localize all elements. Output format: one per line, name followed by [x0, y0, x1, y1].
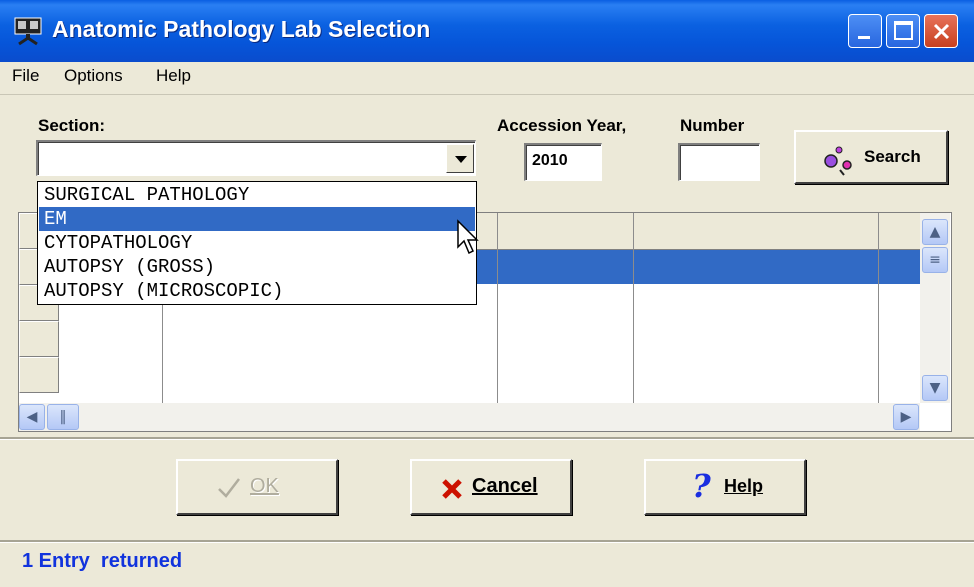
number-field[interactable] [678, 143, 760, 181]
camera-app-icon [14, 17, 42, 46]
row-header[interactable] [19, 321, 59, 357]
minimize-icon [858, 36, 870, 39]
dropdown-option[interactable]: AUTOPSY (GROSS) [39, 255, 475, 279]
dropdown-arrow-icon[interactable] [446, 144, 474, 173]
section-value [38, 142, 475, 156]
column-divider [633, 213, 634, 403]
menu-file[interactable]: File [12, 66, 39, 86]
search-label: Search [864, 147, 921, 166]
close-button[interactable] [924, 14, 958, 48]
section-label: Section: [38, 116, 106, 135]
x-icon [442, 479, 462, 499]
number-value [680, 145, 759, 159]
ok-button[interactable]: OK [176, 459, 338, 515]
window-title: Anatomic Pathology Lab Selection [52, 16, 431, 42]
minimize-button[interactable] [848, 14, 882, 48]
question-icon: ? [692, 467, 711, 505]
scroll-down-icon[interactable]: ▼ [922, 375, 948, 401]
ok-label: OK [250, 475, 279, 497]
accession-year-value: 2010 [532, 152, 568, 169]
cancel-button[interactable]: Cancel [410, 459, 572, 515]
maximize-icon [894, 21, 913, 40]
dropdown-option-selected[interactable]: EM [39, 207, 475, 231]
menu-help[interactable]: Help [156, 66, 191, 86]
menu-bar [0, 62, 974, 95]
dropdown-option[interactable]: AUTOPSY (MICROSCOPIC) [39, 279, 475, 303]
status-text: 1 Entry returned [22, 550, 183, 572]
checkmark-icon [218, 478, 240, 498]
dropdown-option[interactable]: SURGICAL PATHOLOGY [39, 183, 475, 207]
menu-options[interactable]: Options [64, 66, 123, 86]
scroll-thumb[interactable]: ≡ [922, 247, 948, 273]
accession-year-field[interactable]: 2010 [524, 143, 602, 181]
column-divider [878, 213, 879, 403]
column-divider [497, 213, 498, 403]
accession-year-label: Accession Year, [497, 116, 627, 135]
cancel-label: Cancel [472, 475, 538, 497]
help-button[interactable]: ? Help [644, 459, 806, 515]
horizontal-scrollbar[interactable]: ◀ ‖ ▶ [19, 403, 920, 431]
mouse-cursor-icon [457, 219, 479, 255]
scroll-left-icon[interactable]: ◀ [19, 404, 45, 430]
row-header[interactable] [19, 357, 59, 393]
close-icon [933, 23, 950, 40]
scroll-thumb-horizontal[interactable]: ‖ [47, 404, 79, 430]
status-divider [0, 540, 974, 543]
vertical-scrollbar[interactable]: ▲ ≡ ▼ [920, 213, 950, 403]
dropdown-option[interactable]: CYTOPATHOLOGY [39, 231, 475, 255]
number-label: Number [680, 116, 745, 135]
section-combobox[interactable] [36, 140, 476, 176]
search-icon [824, 146, 852, 176]
scroll-right-icon[interactable]: ▶ [893, 404, 919, 430]
maximize-button[interactable] [886, 14, 920, 48]
divider [0, 437, 974, 440]
help-label: Help [724, 476, 764, 496]
scroll-up-icon[interactable]: ▲ [922, 219, 948, 245]
